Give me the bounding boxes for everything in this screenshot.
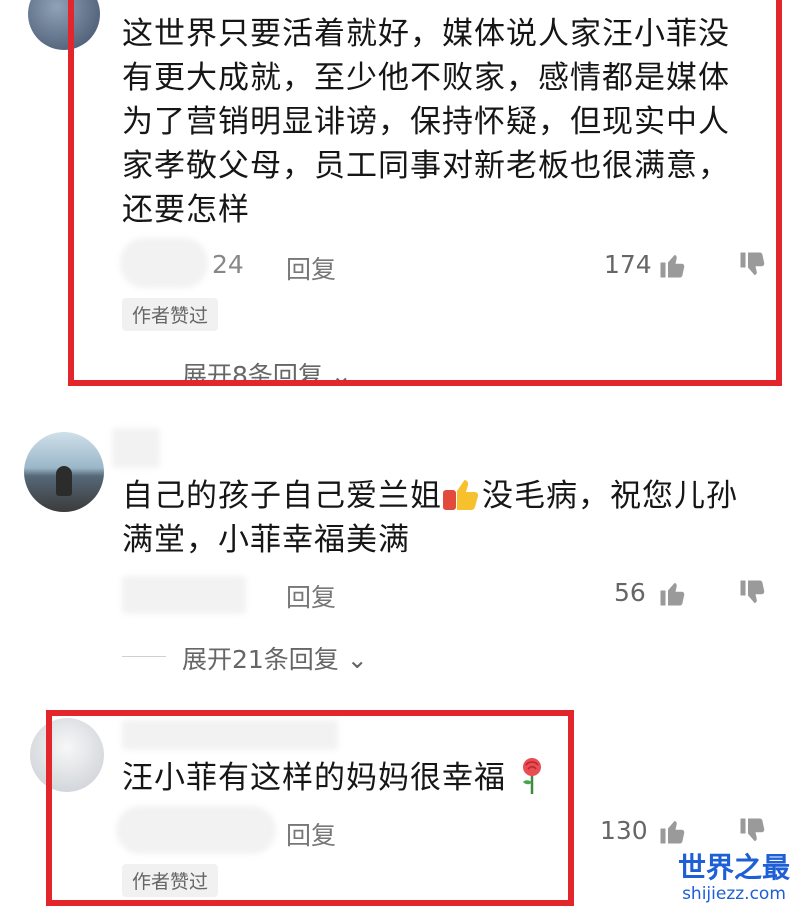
expand-label: 展开21条回复 xyxy=(182,645,339,674)
highlight-box xyxy=(46,710,574,906)
comment-segment: 自己的孩子自己爱兰姐 xyxy=(122,478,442,514)
thumbs-down-icon[interactable] xyxy=(738,578,768,608)
divider xyxy=(122,656,166,657)
highlight-box xyxy=(68,0,782,386)
watermark-url: shijiezz.com xyxy=(682,884,786,904)
blurred-username xyxy=(122,576,246,614)
expand-replies-button[interactable]: 展开21条回复 ⌄ xyxy=(182,640,368,676)
comment-text: 自己的孩子自己爱兰姐 没毛病，祝您儿孙 满堂，小菲幸福美满 xyxy=(122,474,782,562)
thumbs-up-icon[interactable] xyxy=(658,578,688,608)
watermark-brand: 世界之最 xyxy=(677,851,790,884)
like-count: 56 xyxy=(614,578,646,607)
thumbs-up-emoji xyxy=(443,480,479,510)
avatar[interactable] xyxy=(24,432,104,512)
comment-line: 满堂，小菲幸福美满 xyxy=(122,522,410,558)
chevron-down-icon: ⌄ xyxy=(346,645,368,674)
reply-button[interactable]: 回复 xyxy=(286,578,336,614)
blurred-username xyxy=(112,428,160,468)
thumbs-down-icon[interactable] xyxy=(738,816,768,846)
thumbs-up-icon[interactable] xyxy=(658,816,688,846)
comment-segment: 没毛病，祝您儿孙 xyxy=(482,478,738,514)
like-count: 130 xyxy=(600,816,648,845)
watermark: 世界之最 shijiezz.com xyxy=(672,846,796,904)
comment-line: 自己的孩子自己爱兰姐 没毛病，祝您儿孙 xyxy=(122,474,782,518)
